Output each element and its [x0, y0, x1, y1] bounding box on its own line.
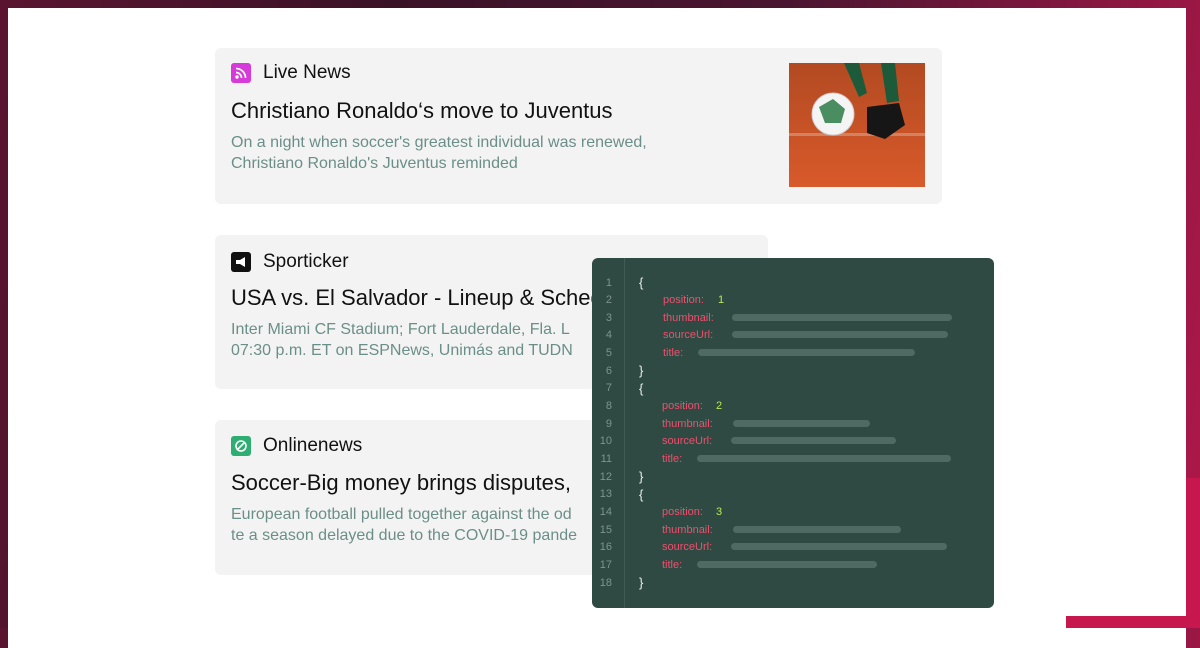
news-card-live-news[interactable]: Live News Christiano Ronaldo‘s move to J… — [215, 48, 942, 204]
snippet-line: 07:30 p.m. ET on ESPNews, Unimás and TUD… — [231, 342, 573, 359]
rss-icon — [231, 63, 251, 83]
snippet-line: Inter Miami CF Stadium; Fort Lauderdale,… — [231, 321, 570, 338]
line-number: 6 — [605, 365, 612, 377]
article-thumbnail[interactable] — [789, 63, 925, 187]
key-sourceurl: sourceUrl: — [662, 541, 713, 553]
headline[interactable]: USA vs. El Salvador - Lineup & Schedule — [231, 285, 632, 311]
line-number: 7 — [605, 382, 612, 394]
key-title: title: — [663, 347, 684, 359]
line-number: 12 — [599, 471, 612, 483]
placeholder-bar — [697, 455, 951, 462]
open-brace: { — [639, 381, 644, 396]
placeholder-bar — [731, 437, 896, 444]
close-brace: } — [639, 469, 644, 484]
line-number: 2 — [605, 294, 612, 306]
line-number: 4 — [605, 329, 612, 341]
open-brace: { — [639, 275, 644, 290]
placeholder-bar — [731, 543, 947, 550]
key-sourceurl: sourceUrl: — [662, 435, 713, 447]
key-thumbnail: thumbnail: — [662, 418, 713, 430]
open-brace: { — [639, 487, 644, 502]
placeholder-bar — [733, 420, 870, 427]
soccer-ball-icon — [231, 436, 251, 456]
json-code-panel: 1 2 3 4 5 6 7 8 9 10 11 12 13 14 15 16 1… — [592, 258, 994, 608]
position-value: 3 — [716, 506, 723, 518]
key-sourceurl: sourceUrl: — [663, 329, 714, 341]
headline[interactable]: Soccer-Big money brings disputes, — [231, 470, 571, 496]
line-number: 8 — [605, 400, 612, 412]
line-number: 17 — [599, 559, 612, 571]
placeholder-bar — [698, 349, 915, 356]
line-number: 10 — [599, 435, 612, 447]
position-value: 1 — [718, 294, 725, 306]
close-brace: } — [639, 363, 644, 378]
line-number: 13 — [599, 488, 612, 500]
key-thumbnail: thumbnail: — [662, 524, 713, 536]
placeholder-bar — [697, 561, 877, 568]
position-value: 2 — [716, 400, 723, 412]
key-title: title: — [662, 453, 683, 465]
line-number: 1 — [605, 277, 612, 289]
line-number: 18 — [599, 577, 612, 589]
source-name: Sporticker — [263, 251, 349, 272]
line-number: 14 — [599, 506, 612, 518]
key-position: position: — [662, 506, 703, 518]
accent-decoration-bottom — [1066, 616, 1200, 628]
line-number-gutter — [592, 258, 625, 608]
snippet-line: European football pulled together agains… — [231, 506, 572, 523]
key-thumbnail: thumbnail: — [663, 312, 714, 324]
snippet: European football pulled together agains… — [231, 504, 577, 546]
placeholder-bar — [732, 314, 952, 321]
snippet-line: Christiano Ronaldo's Juventus reminded — [231, 155, 518, 172]
key-position: position: — [663, 294, 704, 306]
source-name: Live News — [263, 62, 351, 83]
line-number: 5 — [605, 347, 612, 359]
snippet-line: On a night when soccer's greatest indivi… — [231, 134, 647, 151]
line-number: 3 — [605, 312, 612, 324]
placeholder-bar — [733, 526, 901, 533]
headline[interactable]: Christiano Ronaldo‘s move to Juventus — [231, 98, 613, 124]
line-number: 16 — [599, 541, 612, 553]
snippet-line: te a season delayed due to the COVID-19 … — [231, 527, 578, 544]
source-name: Onlinenews — [263, 435, 363, 456]
key-position: position: — [662, 400, 703, 412]
line-number: 9 — [605, 418, 612, 430]
line-number: 11 — [600, 453, 612, 465]
line-number: 15 — [599, 524, 612, 536]
snippet: On a night when soccer's greatest indivi… — [231, 132, 647, 174]
placeholder-bar — [732, 331, 948, 338]
accent-decoration-right — [1186, 478, 1200, 628]
key-title: title: — [662, 559, 683, 571]
snippet: Inter Miami CF Stadium; Fort Lauderdale,… — [231, 319, 573, 361]
megaphone-icon — [231, 252, 251, 272]
close-brace: } — [639, 575, 644, 590]
